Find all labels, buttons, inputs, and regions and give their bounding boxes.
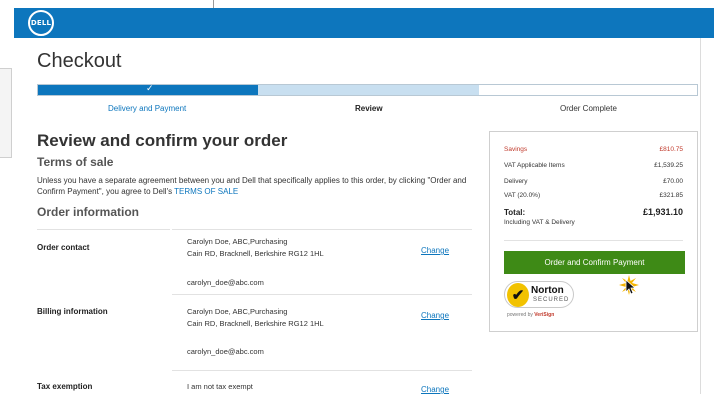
site-header: DELL <box>14 8 714 38</box>
address-line: Cain RD, Bracknell, Berkshire RG12 1HL <box>187 318 324 328</box>
change-order-contact-link[interactable]: Change <box>421 246 449 255</box>
checkout-stepper: ✓ <box>37 83 698 96</box>
vat-items-label: VAT Applicable Items <box>504 162 565 169</box>
mouse-cursor-icon <box>619 275 639 295</box>
address-line: Cain RD, Bracknell, Berkshire RG12 1HL <box>187 248 324 258</box>
change-tax-link[interactable]: Change <box>421 385 449 394</box>
checkout-page: DELL Checkout ✓ Delivery and Payment Rev… <box>0 0 714 394</box>
verisign-text: VeriSign <box>534 312 555 318</box>
vat-items-row: VAT Applicable Items £1,539.25 <box>504 162 683 169</box>
order-and-confirm-payment-button[interactable]: Order and Confirm Payment <box>504 251 685 274</box>
norton-check-icon: ✔ <box>507 283 529 307</box>
savings-value: £810.75 <box>659 146 684 153</box>
step-bar-delivery: ✓ <box>38 83 258 95</box>
norton-secured-text: SECURED <box>533 297 570 303</box>
powered-by-text: powered by <box>507 312 533 318</box>
terms-text: Unless you have a separate agreement bet… <box>37 175 477 197</box>
logo-text: DELL <box>30 19 52 27</box>
terms-title: Terms of sale <box>37 155 114 169</box>
norton-badge-frame: ✔ Norton SECURED <box>504 281 574 308</box>
billing-email: carolyn_doe@abc.com <box>187 347 264 356</box>
top-strip <box>0 0 714 8</box>
divider <box>172 370 472 371</box>
address-line: Carolyn Doe, ABC,Purchasing <box>187 237 288 246</box>
tax-exemption-label: Tax exemption <box>37 382 93 391</box>
order-contact-email: carolyn_doe@abc.com <box>187 278 264 287</box>
norton-powered-by: powered by VeriSign <box>507 312 554 318</box>
norton-name: Norton <box>531 285 564 296</box>
step-bar-review <box>258 85 479 95</box>
delivery-row: Delivery £70.00 <box>504 178 683 185</box>
check-icon: ✓ <box>146 83 154 93</box>
divider <box>37 229 170 230</box>
order-contact-label: Order contact <box>37 243 90 252</box>
delivery-label: Delivery <box>504 178 528 185</box>
terms-of-sale-link[interactable]: TERMS OF SALE <box>174 187 238 196</box>
divider <box>504 240 683 241</box>
step-label-complete: Order Complete <box>560 104 617 113</box>
total-subtext: Including VAT & Delivery <box>504 219 575 226</box>
norton-secured-badge[interactable]: ✔ Norton SECURED powered by VeriSign <box>504 281 576 321</box>
order-info-title: Order information <box>37 205 140 219</box>
billing-info-label: Billing information <box>37 307 108 316</box>
page-title: Checkout <box>37 50 122 72</box>
left-rail <box>0 0 14 394</box>
step-label-delivery[interactable]: Delivery and Payment <box>108 104 186 113</box>
divider <box>213 0 214 8</box>
delivery-value: £70.00 <box>663 178 683 185</box>
total-label: Total: <box>504 208 526 217</box>
vat-row: VAT (20.0%) £321.85 <box>504 192 683 199</box>
order-summary: Savings £810.75 VAT Applicable Items £1,… <box>489 131 698 332</box>
divider <box>172 229 472 230</box>
terms-body: Unless you have a separate agreement bet… <box>37 176 467 196</box>
address-line: Carolyn Doe, ABC,Purchasing <box>187 307 288 316</box>
total-value: £1,931.10 <box>642 207 683 217</box>
savings-label: Savings <box>504 146 528 153</box>
divider <box>172 294 472 295</box>
billing-address: Carolyn Doe, ABC,Purchasing Cain RD, Bra… <box>187 306 324 329</box>
change-billing-link[interactable]: Change <box>421 311 449 320</box>
order-contact-address: Carolyn Doe, ABC,Purchasing Cain RD, Bra… <box>187 236 324 259</box>
savings-row: Savings £810.75 <box>504 146 683 153</box>
review-title: Review and confirm your order <box>37 131 288 150</box>
dell-logo[interactable]: DELL <box>28 10 54 36</box>
tax-exemption-value: I am not tax exempt <box>187 382 253 391</box>
step-bar-complete <box>479 85 697 95</box>
step-label-review: Review <box>355 104 383 113</box>
vat-label: VAT (20.0%) <box>504 192 541 199</box>
scrollbar[interactable] <box>700 38 714 394</box>
left-panel-fragment <box>0 68 12 158</box>
vat-items-value: £1,539.25 <box>654 162 683 169</box>
vat-value: £321.85 <box>659 192 684 199</box>
